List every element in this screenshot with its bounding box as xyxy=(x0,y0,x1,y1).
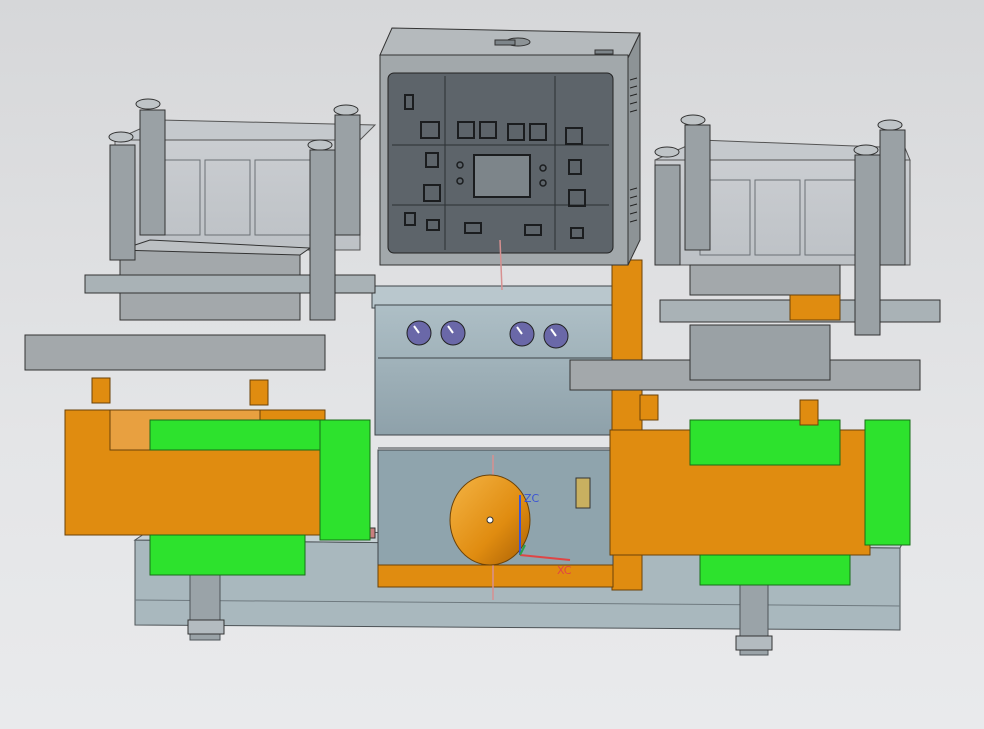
pressure-gauge-4 xyxy=(543,323,569,349)
axis-xc-label: XC xyxy=(557,564,572,577)
control-cabinet xyxy=(379,27,641,291)
machine-3d-model[interactable]: ZC XC xyxy=(0,0,984,729)
left-press-station xyxy=(24,98,377,576)
pressure-gauge-2 xyxy=(440,320,466,346)
pressure-gauge-3 xyxy=(509,321,535,347)
cad-viewport[interactable]: ZC XC xyxy=(0,0,984,729)
axis-zc-label: ZC xyxy=(524,492,540,505)
pressure-gauge-1 xyxy=(406,320,432,346)
